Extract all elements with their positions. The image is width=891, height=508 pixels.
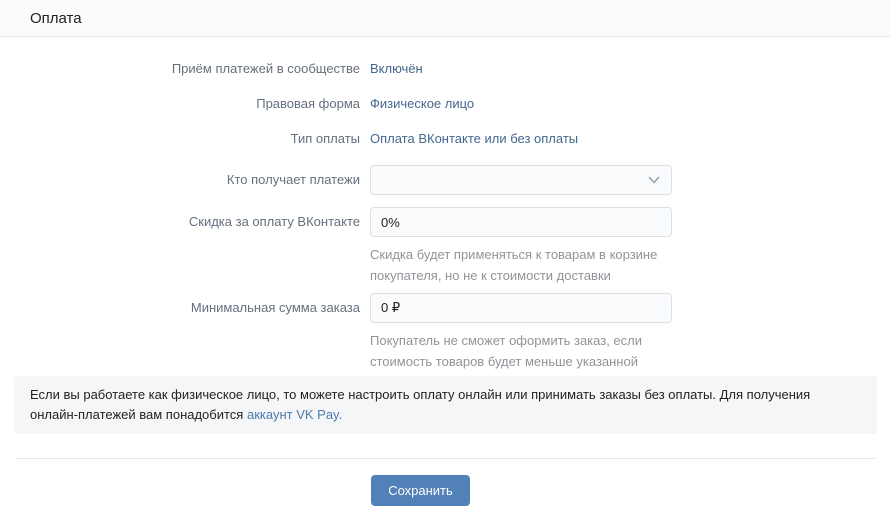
field-label: Приём платежей в сообществе — [0, 60, 360, 78]
payment-type-link[interactable]: Оплата ВКонтакте или без оплаты — [370, 131, 578, 146]
discount-hint: Скидка будет применяться к товарам в кор… — [370, 244, 682, 286]
payment-receiver-select[interactable] — [370, 165, 672, 195]
min-order-sum-input[interactable] — [370, 293, 672, 323]
row-payments-acceptance: Приём платежей в сообществе Включён — [0, 60, 891, 78]
field-label: Тип оплаты — [0, 130, 360, 148]
info-box-text: Если вы работаете как физическое лицо, т… — [30, 387, 810, 422]
vk-pay-link[interactable]: аккаунт VK Pay. — [247, 407, 342, 422]
page-header: Оплата — [0, 0, 891, 37]
chevron-down-icon — [647, 173, 661, 187]
payments-acceptance-link[interactable]: Включён — [370, 61, 423, 76]
footer: Сохранить — [0, 459, 891, 506]
save-button[interactable]: Сохранить — [371, 475, 470, 506]
discount-input[interactable] — [370, 207, 672, 237]
row-discount: Скидка за оплату ВКонтакте Скидка будет … — [0, 207, 891, 286]
field-label: Правовая форма — [0, 95, 360, 113]
row-min-order-sum: Минимальная сумма заказа Покупатель не с… — [0, 293, 891, 372]
legal-form-link[interactable]: Физическое лицо — [370, 96, 474, 111]
row-legal-form: Правовая форма Физическое лицо — [0, 95, 891, 113]
payment-settings-form: Приём платежей в сообществе Включён Прав… — [0, 37, 891, 372]
field-label: Кто получает платежи — [0, 165, 360, 195]
row-payment-type: Тип оплаты Оплата ВКонтакте или без опла… — [0, 130, 891, 148]
row-payment-receiver: Кто получает платежи — [0, 165, 891, 195]
field-label: Минимальная сумма заказа — [0, 293, 360, 323]
page-title: Оплата — [30, 10, 82, 27]
field-label: Скидка за оплату ВКонтакте — [0, 207, 360, 237]
min-order-sum-hint: Покупатель не сможет оформить заказ, есл… — [370, 330, 682, 372]
info-box: Если вы работаете как физическое лицо, т… — [14, 376, 877, 434]
